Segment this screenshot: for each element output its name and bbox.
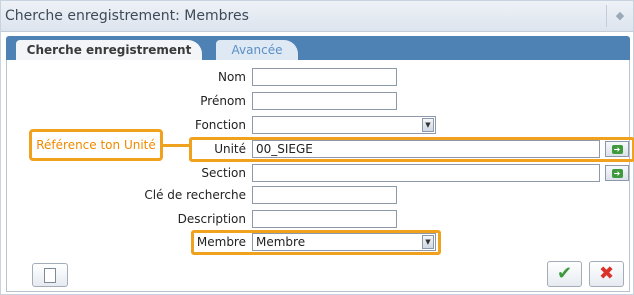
cle-label: Clé de recherche [144,188,246,202]
fonction-value [253,118,256,132]
window-title: Cherche enregistrement: Membres [5,8,249,24]
row-membre: Membre Membre ▼ [7,233,631,253]
row-description: Description [7,210,631,230]
membre-label: Membre [196,235,246,249]
prenom-label: Prénom [200,94,246,108]
section-pick-button[interactable]: ➔ [605,165,629,181]
unite-label: Unité [214,142,246,156]
green-arrow-icon: ➔ [611,169,623,178]
row-cle: Clé de recherche [7,186,631,206]
chevron-down-icon[interactable]: ▼ [422,118,434,132]
unite-callout: Référence ton Unité [29,129,163,161]
tab-bar: Cherche enregistrement Avancée [6,36,630,60]
ok-button[interactable]: ✔ [547,261,582,287]
fonction-select[interactable]: ▼ [252,116,436,134]
nom-input[interactable] [252,68,397,86]
x-cross-icon: ✖ [598,263,615,284]
tab-cherche-enregistrement[interactable]: Cherche enregistrement [16,40,202,60]
unite-input[interactable]: 00_SIEGE [252,140,600,158]
new-record-button[interactable] [32,263,68,287]
tab-avancee[interactable]: Avancée [216,40,298,60]
section-input[interactable] [252,164,600,182]
cle-input[interactable] [252,186,397,204]
search-form-panel: Nom Prénom Fonction ▼ Unité 00_SIEGE ➔ S… [6,60,634,292]
row-nom: Nom [7,68,631,88]
unite-pick-button[interactable]: ➔ [605,141,629,157]
green-arrow-icon: ➔ [611,145,623,154]
blank-page-icon [44,268,56,283]
search-dialog: Cherche enregistrement: Membres ◆ Cherch… [0,0,634,295]
row-section: Section ➔ [7,164,631,184]
membre-value: Membre [256,235,306,249]
cancel-button[interactable]: ✖ [589,261,624,287]
section-label: Section [201,166,246,180]
title-bar: Cherche enregistrement: Membres ◆ [1,1,633,32]
nom-label: Nom [217,70,246,84]
callout-connector [162,144,189,147]
app-logo-icon: ◆ [606,5,633,27]
membre-select[interactable]: Membre ▼ [252,233,436,251]
description-input[interactable] [252,210,397,228]
fonction-label: Fonction [194,118,246,132]
description-label: Description [177,212,246,226]
prenom-input[interactable] [252,92,397,110]
checkmark-icon: ✔ [556,263,573,284]
chevron-down-icon[interactable]: ▼ [422,235,434,249]
row-prenom: Prénom [7,92,631,112]
